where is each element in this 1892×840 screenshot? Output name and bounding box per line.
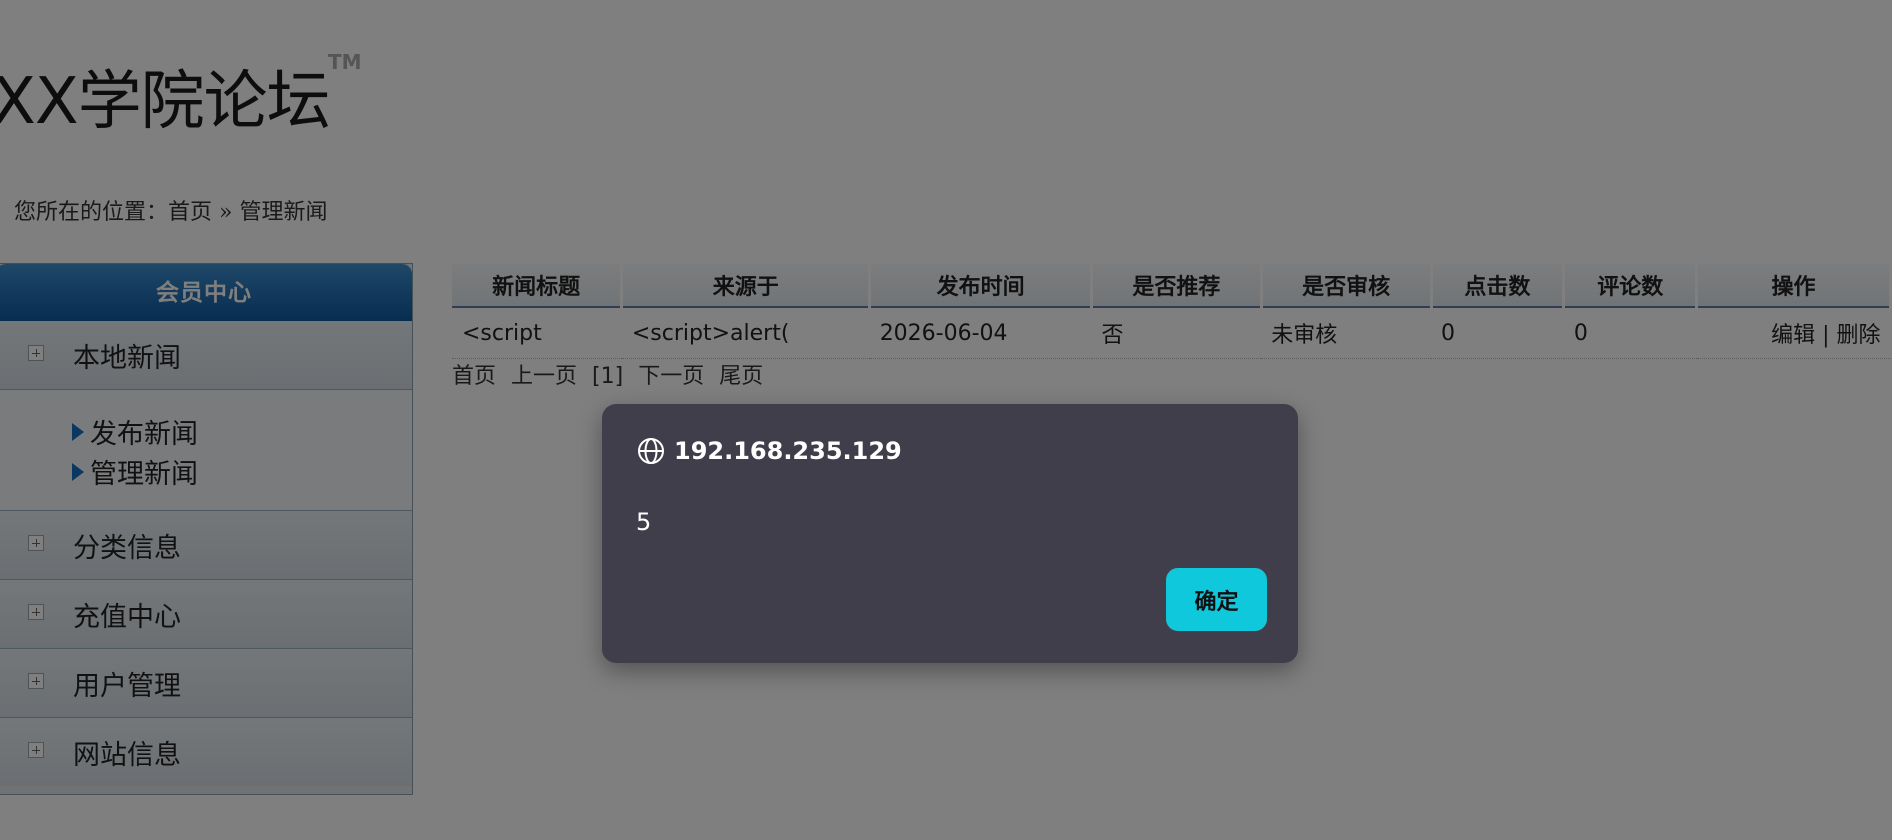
ok-button[interactable]: 确定: [1166, 568, 1267, 631]
forum-page: XX学院论坛 TM 您所在的位置：首页 » 管理新闻 会员中心 本地新闻 发布新…: [0, 0, 1892, 840]
dialog-message: 5: [636, 508, 652, 536]
dialog-origin: 192.168.235.129: [674, 437, 902, 465]
globe-icon: [638, 438, 664, 464]
dialog-title: 192.168.235.129: [636, 436, 902, 466]
alert-dialog: 192.168.235.129 5 确定: [602, 404, 1298, 663]
